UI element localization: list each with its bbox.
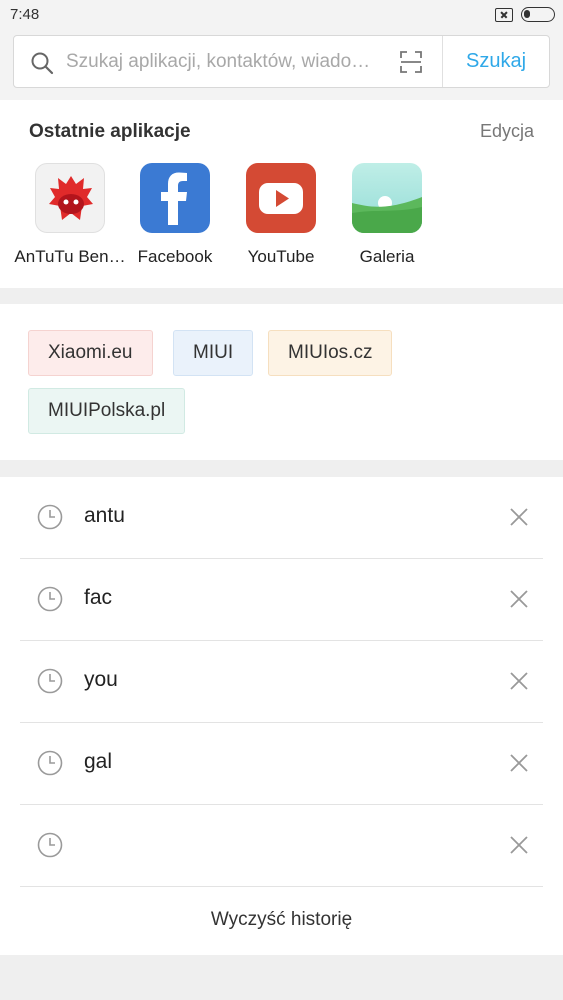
app-tile-gallery[interactable]: Galeria bbox=[331, 163, 443, 267]
search-input[interactable] bbox=[66, 36, 401, 87]
app-label: Galeria bbox=[359, 247, 415, 266]
recent-apps-panel: Ostatnie aplikacje Edycja AnTuTu Ben… Fa… bbox=[0, 100, 563, 288]
history-item-text: antu bbox=[84, 504, 125, 527]
history-item[interactable]: antu bbox=[20, 477, 543, 559]
facebook-icon bbox=[140, 163, 210, 233]
recent-apps-title: Ostatnie aplikacje bbox=[29, 121, 191, 142]
status-bar: 7:48 bbox=[0, 0, 563, 30]
app-tile-antutu[interactable]: AnTuTu Ben… bbox=[14, 163, 126, 267]
clear-history-button[interactable]: Wyczyść historię bbox=[0, 885, 563, 955]
site-chip-miuios-cz[interactable]: MIUIos.cz bbox=[268, 330, 393, 376]
clock-icon bbox=[37, 668, 63, 694]
close-icon[interactable] bbox=[509, 589, 529, 609]
no-sim-icon bbox=[495, 7, 513, 22]
history-item[interactable]: you bbox=[20, 641, 543, 723]
clock-icon bbox=[37, 832, 63, 858]
close-icon[interactable] bbox=[509, 507, 529, 527]
history-item-text: fac bbox=[84, 586, 113, 609]
site-chip-miui[interactable]: MIUI bbox=[173, 330, 254, 376]
search-history-panel: antu fac you gal Wyczyść historię bbox=[0, 477, 563, 955]
app-label: YouTube bbox=[247, 247, 315, 266]
app-label: AnTuTu Ben… bbox=[14, 247, 126, 266]
history-item[interactable]: fac bbox=[20, 559, 543, 641]
antutu-icon bbox=[35, 163, 105, 233]
history-item[interactable] bbox=[20, 805, 543, 887]
status-icons bbox=[495, 7, 555, 22]
scan-icon[interactable] bbox=[400, 51, 422, 73]
app-label: Facebook bbox=[137, 247, 213, 266]
edit-button[interactable]: Edycja bbox=[480, 121, 534, 142]
app-tile-facebook[interactable]: Facebook bbox=[119, 163, 231, 267]
search-button[interactable]: Szukaj bbox=[443, 36, 549, 87]
clock-icon bbox=[37, 504, 63, 530]
suggested-sites-panel: Xiaomi.eu MIUI MIUIos.cz MIUIPolska.pl bbox=[0, 304, 563, 460]
close-icon[interactable] bbox=[509, 671, 529, 691]
search-icon bbox=[31, 52, 54, 75]
close-icon[interactable] bbox=[509, 753, 529, 773]
site-chip-xiaomi-eu[interactable]: Xiaomi.eu bbox=[28, 330, 153, 376]
clock-icon bbox=[37, 586, 63, 612]
gallery-icon bbox=[352, 163, 422, 233]
clock-icon bbox=[37, 750, 63, 776]
youtube-icon bbox=[246, 163, 316, 233]
battery-icon bbox=[521, 7, 555, 22]
history-item[interactable]: gal bbox=[20, 723, 543, 805]
app-tile-youtube[interactable]: YouTube bbox=[225, 163, 337, 267]
site-chip-miuipolska-pl[interactable]: MIUIPolska.pl bbox=[28, 388, 186, 434]
status-time: 7:48 bbox=[10, 6, 40, 23]
search-bar: Szukaj bbox=[0, 30, 563, 100]
history-item-text: you bbox=[84, 668, 118, 691]
search-box: Szukaj bbox=[13, 35, 550, 88]
history-item-text: gal bbox=[84, 750, 113, 773]
close-icon[interactable] bbox=[509, 835, 529, 855]
